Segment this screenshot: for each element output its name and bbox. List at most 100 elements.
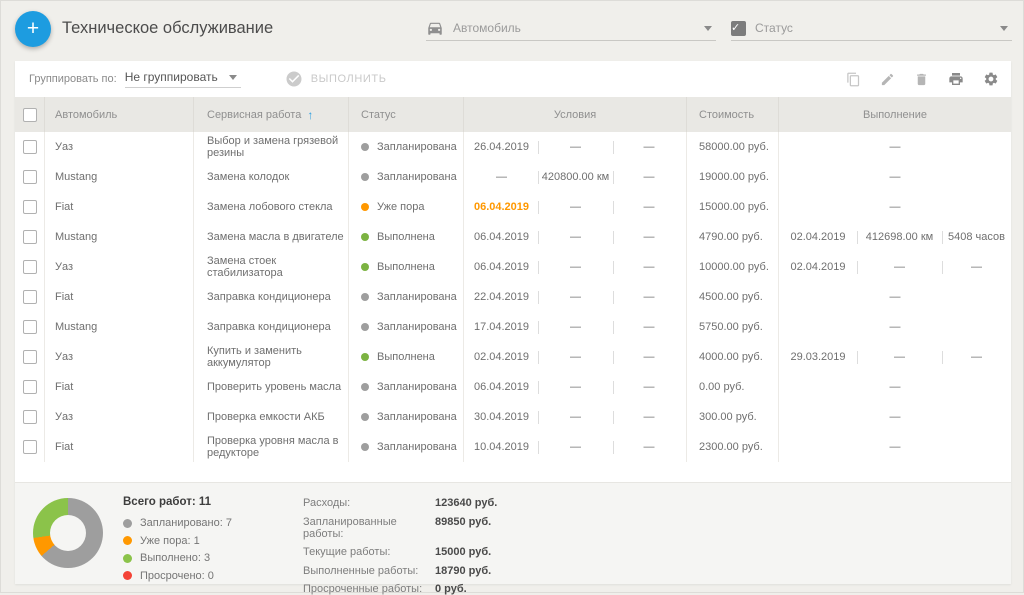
completion-cell: — [778, 372, 1011, 402]
condition-hours: — [614, 261, 685, 273]
copy-icon[interactable] [846, 72, 861, 87]
table-row[interactable]: УазПроверка емкости АКБЗапланирована30.0… [15, 402, 1011, 432]
condition-mileage: — [539, 351, 613, 363]
conditions-cell: 06.04.2019—— [463, 372, 686, 402]
row-checkbox[interactable] [15, 432, 44, 462]
table-row[interactable]: FiatЗамена лобового стеклаУже пора06.04.… [15, 192, 1011, 222]
condition-mileage: — [539, 141, 613, 153]
group-by-select[interactable]: Не группировать [125, 70, 241, 88]
vehicle-filter-dropdown[interactable]: Автомобиль [426, 16, 716, 41]
row-checkbox[interactable] [15, 372, 44, 402]
select-all-checkbox[interactable] [15, 97, 44, 132]
column-header-completion[interactable]: Выполнение [778, 97, 1011, 132]
status-filter-dropdown[interactable]: ✓ Статус [731, 16, 1012, 41]
summary-footer: Всего работ: 11 Запланировано: 7Уже пора… [15, 482, 1011, 584]
column-header-vehicle[interactable]: Автомобиль [44, 97, 193, 132]
status-cell: Запланирована [348, 432, 463, 462]
column-header-cost[interactable]: Стоимость [686, 97, 778, 132]
table-row[interactable]: MustangЗаправка кондиционераЗапланирован… [15, 312, 1011, 342]
work-cell: Заправка кондиционера [193, 282, 348, 312]
legend-item: Выполнено: 3 [123, 552, 232, 564]
conditions-cell: 10.04.2019—— [463, 432, 686, 462]
vehicle-cell: Уаз [44, 132, 193, 162]
settings-icon[interactable] [983, 71, 999, 87]
condition-date: 26.04.2019 [466, 141, 538, 153]
table-row[interactable]: УазЗамена стоек стабилизатораВыполнена06… [15, 252, 1011, 282]
add-button[interactable]: + [15, 11, 51, 47]
row-checkbox[interactable] [15, 252, 44, 282]
table-body: УазВыбор и замена грязевой резиныЗаплани… [15, 132, 1011, 462]
table-row[interactable]: FiatПроверить уровень маслаЗапланирована… [15, 372, 1011, 402]
cost-value: 123640 руб. [435, 497, 497, 509]
completion-date: 02.04.2019 [780, 261, 857, 273]
print-icon[interactable] [948, 71, 964, 87]
row-checkbox[interactable] [15, 192, 44, 222]
status-dot [361, 413, 369, 421]
completion-empty: — [779, 321, 1011, 333]
row-checkbox[interactable] [15, 282, 44, 312]
row-checkbox[interactable] [15, 312, 44, 342]
condition-mileage: — [539, 231, 613, 243]
cost-cell: 58000.00 руб. [686, 132, 778, 162]
cost-cell: 2300.00 руб. [686, 432, 778, 462]
condition-date: 17.04.2019 [466, 321, 538, 333]
cost-cell: 300.00 руб. [686, 402, 778, 432]
vehicle-cell: Fiat [44, 192, 193, 222]
conditions-cell: 02.04.2019—— [463, 342, 686, 372]
cost-cell: 10000.00 руб. [686, 252, 778, 282]
car-icon [426, 19, 444, 37]
row-checkbox[interactable] [15, 402, 44, 432]
completion-cell: 02.04.2019—— [778, 252, 1011, 282]
cost-label: Выполненные работы: [303, 565, 435, 577]
cost-label: Расходы: [303, 497, 435, 509]
work-cell: Замена лобового стекла [193, 192, 348, 222]
row-checkbox[interactable] [15, 342, 44, 372]
legend-dot [123, 554, 132, 563]
table-row[interactable]: MustangЗамена масла в двигателеВыполнена… [15, 222, 1011, 252]
cost-cell: 4000.00 руб. [686, 342, 778, 372]
work-cell: Замена масла в двигателе [193, 222, 348, 252]
maintenance-app: + Техническое обслуживание Автомобиль ✓ … [0, 0, 1024, 593]
conditions-cell: 30.04.2019—— [463, 402, 686, 432]
completion-cell: 02.04.2019412698.00 км5408 часов [778, 222, 1011, 252]
execute-button[interactable]: ВЫПОЛНИТЬ [285, 70, 387, 88]
table-row[interactable]: УазКупить и заменить аккумуляторВыполнен… [15, 342, 1011, 372]
table-row[interactable]: FiatЗаправка кондиционераЗапланирована22… [15, 282, 1011, 312]
column-header-work[interactable]: Сервисная работа↑ [193, 97, 348, 132]
delete-icon[interactable] [914, 72, 929, 87]
cost-value: 15000 руб. [435, 546, 497, 558]
condition-mileage: — [539, 321, 613, 333]
condition-mileage: — [539, 411, 613, 423]
status-cell: Запланирована [348, 372, 463, 402]
work-cell: Заправка кондиционера [193, 312, 348, 342]
vehicle-cell: Fiat [44, 372, 193, 402]
vehicle-cell: Mustang [44, 222, 193, 252]
toolbar: Группировать по: Не группировать ВЫПОЛНИ… [15, 61, 1011, 97]
row-checkbox[interactable] [15, 132, 44, 162]
vehicle-cell: Уаз [44, 402, 193, 432]
condition-mileage: — [539, 291, 613, 303]
completion-cell: 29.03.2019—— [778, 342, 1011, 372]
condition-hours: — [614, 321, 685, 333]
page-title: Техническое обслуживание [62, 19, 273, 38]
row-checkbox[interactable] [15, 222, 44, 252]
condition-date: 10.04.2019 [466, 441, 538, 453]
condition-date: 02.04.2019 [466, 351, 538, 363]
donut-hole [50, 515, 86, 551]
table-row[interactable]: FiatПроверка уровня масла в редуктореЗап… [15, 432, 1011, 462]
completion-cell: — [778, 192, 1011, 222]
checkbox-checked-icon: ✓ [731, 21, 746, 36]
column-header-conditions[interactable]: Условия [463, 97, 686, 132]
condition-hours: — [614, 291, 685, 303]
condition-hours: — [614, 441, 685, 453]
chevron-down-icon [704, 26, 712, 31]
row-checkbox[interactable] [15, 162, 44, 192]
check-circle-icon [285, 70, 303, 88]
legend-item: Уже пора: 1 [123, 535, 232, 547]
table-row[interactable]: УазВыбор и замена грязевой резиныЗаплани… [15, 132, 1011, 162]
column-header-status[interactable]: Статус [348, 97, 463, 132]
status-cell: Уже пора [348, 192, 463, 222]
edit-icon[interactable] [880, 72, 895, 87]
work-cell: Купить и заменить аккумулятор [193, 342, 348, 372]
table-row[interactable]: MustangЗамена колодокЗапланирована—42080… [15, 162, 1011, 192]
